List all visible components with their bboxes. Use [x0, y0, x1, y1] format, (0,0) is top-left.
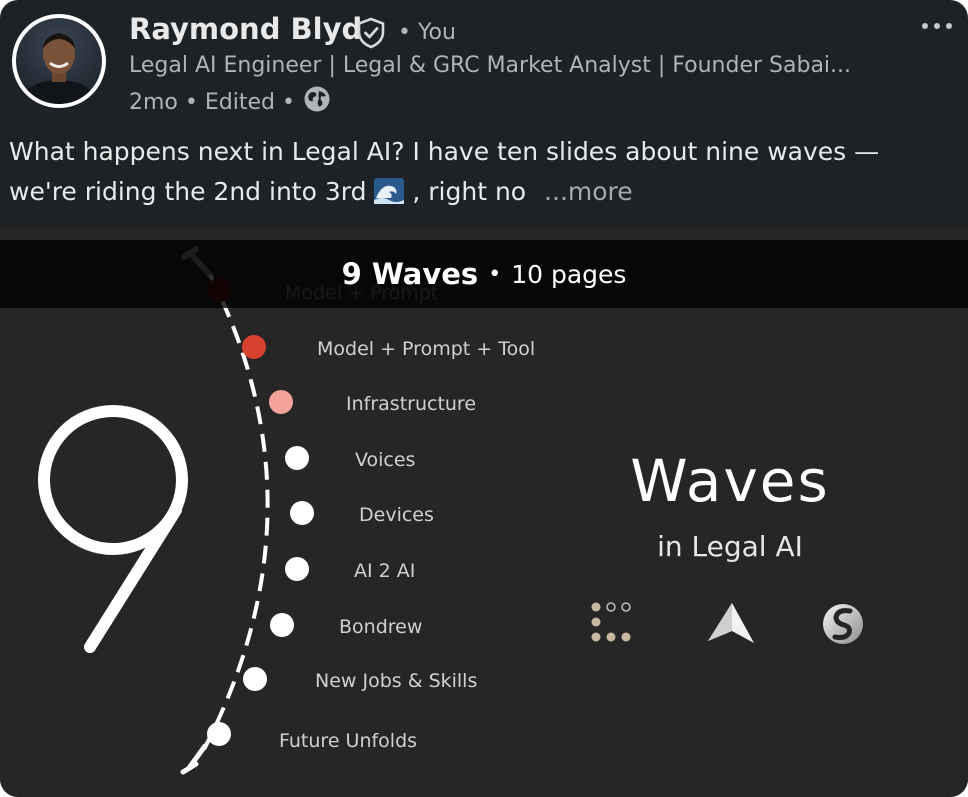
- document-carousel[interactable]: Model + PromptModel + Prompt + ToolInfra…: [0, 227, 968, 797]
- wave-dot-8: [243, 667, 267, 691]
- document-title: 9 Waves • 10 pages: [0, 240, 968, 308]
- wave-label-5: Devices: [359, 504, 434, 526]
- post-body: What happens next in Legal AI? I have te…: [9, 132, 939, 216]
- timeline-end-cap: [180, 743, 208, 775]
- wave-label-2: Model + Prompt + Tool: [317, 338, 536, 360]
- title-separator: •: [488, 261, 502, 287]
- wave-dot-9: [207, 722, 231, 746]
- big-nine-graphic: [38, 405, 188, 653]
- wave-label-3: Infrastructure: [346, 393, 477, 415]
- arrow-logo-icon: [708, 603, 754, 643]
- wave-label-4: Voices: [355, 449, 416, 471]
- dots-logo-icon: [591, 602, 631, 642]
- wave-label-8: New Jobs & Skills: [315, 670, 478, 692]
- meta-separator: •: [281, 89, 295, 115]
- wave-dot-6: [285, 557, 309, 581]
- post-text-line: What happens next in Legal AI? I have te…: [9, 137, 880, 166]
- meta-separator: •: [184, 89, 198, 115]
- post-time: 2mo: [129, 89, 178, 115]
- wave-label-9: Future Unfolds: [279, 730, 418, 752]
- connection-degree: • You: [398, 20, 456, 45]
- author-name[interactable]: Raymond Blyd: [129, 12, 362, 46]
- feed-post-card: Raymond Blyd • You Legal AI Engineer | L…: [0, 0, 968, 797]
- wave-dot-3: [269, 390, 293, 414]
- author-headline[interactable]: Legal AI Engineer | Legal & GRC Market A…: [129, 53, 874, 78]
- post-meta: 2mo • Edited •: [129, 85, 331, 119]
- wave-label-7: Bondrew: [339, 616, 423, 638]
- wave-dot-7: [270, 613, 294, 637]
- wave-label-6: AI 2 AI: [354, 560, 416, 582]
- wave-dot-5: [290, 501, 314, 525]
- see-more-link[interactable]: ...more: [544, 177, 633, 206]
- more-horizontal-icon[interactable]: [920, 18, 954, 37]
- verified-shield-icon: [356, 17, 386, 53]
- wave-dot-2: [242, 335, 266, 359]
- post-text-line: , right no: [412, 177, 527, 206]
- post-text-line: we're riding the 2nd into 3rd: [9, 177, 367, 206]
- page-count: 10 pages: [511, 259, 627, 289]
- wave-emoji-icon: [374, 176, 405, 216]
- wave-dot-4: [285, 446, 309, 470]
- slide-subheading: in Legal AI: [657, 530, 803, 563]
- document-name: 9 Waves: [341, 257, 479, 291]
- edited-label: Edited: [204, 89, 275, 115]
- author-avatar[interactable]: [12, 14, 106, 108]
- globe-icon: [303, 85, 331, 119]
- slide-heading: Waves: [630, 447, 830, 515]
- sabai-logo-icon: [823, 604, 863, 644]
- avatar-photo: [16, 18, 102, 104]
